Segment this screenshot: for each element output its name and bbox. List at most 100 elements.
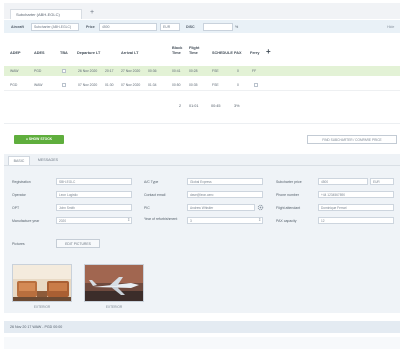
subcharter-form: Registration SBH-EGLC A/C Type Global Ex…	[4, 166, 400, 313]
cell-dep-date: 07 Nov 2020	[78, 83, 98, 87]
price-input[interactable]: 4500	[99, 22, 157, 31]
phone-label: Phone number	[276, 193, 299, 197]
col-tba: TBA	[60, 51, 68, 55]
cell-block-time: 00:50	[172, 83, 181, 87]
registration-label: Registration	[12, 180, 31, 184]
find-subcharter-button[interactable]: FIND SUBCHARTER / COMPARE PRICE	[307, 135, 397, 144]
pic-label: PIC	[144, 206, 150, 210]
pictures-label: Pictures	[12, 242, 25, 246]
cell-arr-date: 27 Nov 2020	[121, 69, 141, 73]
pax-capacity-input[interactable]: 12	[318, 217, 394, 224]
tab-subcharter[interactable]: Subcharter (ABH-EGLC)	[10, 9, 82, 19]
cell-ades: PGD	[34, 69, 42, 73]
cell-flight-time: 00:35	[189, 83, 198, 87]
total-block: 01:01	[189, 104, 199, 108]
col-ferry: Ferry	[250, 51, 260, 55]
cell-pax: 0	[237, 69, 239, 73]
cell-adep: PGD	[10, 83, 18, 87]
cell-arr-date: 07 Nov 2020	[121, 83, 141, 87]
flight-attendant-label: Flight attendant	[276, 206, 301, 210]
pic-input[interactable]: Andrew Whistler	[187, 204, 255, 211]
operator-input[interactable]: Leon Logistic	[56, 191, 132, 198]
col-adep: ADEP	[10, 51, 21, 55]
aircraft-select[interactable]: Subcharter (ABH-EGLC)	[31, 22, 79, 31]
opt-label: OPT	[12, 206, 20, 210]
refurbishment-input[interactable]: 3	[187, 217, 263, 224]
add-tab-button[interactable]: +	[90, 9, 94, 16]
stepper-icon[interactable]: ⇕	[127, 217, 130, 222]
col-departure: Departure LT	[77, 51, 101, 55]
stepper-icon[interactable]: ⇕	[258, 217, 261, 222]
col-arrival: Arrival LT	[121, 51, 139, 55]
currency-select[interactable]: EUR	[160, 22, 180, 31]
picture-caption: EXTERIOR	[105, 305, 123, 309]
cell-schedule: FSE	[212, 83, 219, 87]
registration-input[interactable]: SBH-EGLC	[56, 178, 132, 185]
cell-ferry: FF	[252, 69, 257, 73]
total-legs: 2	[179, 104, 182, 108]
table-row[interactable]: WAW PGD 26 Nov 2020 20:17 27 Nov 2020 00…	[4, 66, 400, 76]
tba-checkbox[interactable]	[62, 69, 66, 73]
price-label: Price	[86, 24, 95, 29]
tab-bar: Subcharter (ABH-EGLC) +	[4, 3, 400, 19]
cell-dep-time: 01:30	[105, 83, 114, 87]
picture-caption: EXTERIOR	[33, 305, 51, 309]
divider	[4, 123, 400, 124]
col-pax: PAX	[234, 51, 242, 55]
actype-input[interactable]: Global Express	[187, 178, 263, 185]
aircraft-label: Aircraft	[11, 24, 24, 29]
manufacture-label: Manufacture year	[12, 219, 40, 223]
total-flight: 00:45	[211, 104, 221, 108]
picture-thumbnail[interactable]	[12, 264, 72, 302]
col-flight-time: Flight Time	[189, 46, 200, 55]
subtabs: BASIC MESSAGES	[4, 154, 400, 166]
cell-dep-time: 20:17	[105, 69, 114, 73]
bottom-bar	[4, 337, 400, 349]
gear-icon[interactable]	[257, 204, 264, 211]
opt-input[interactable]: John Smith	[56, 204, 132, 211]
operator-label: Operator	[12, 193, 26, 197]
cell-arr-time: 00:36	[148, 69, 157, 73]
tab-title: Subcharter (ABH-EGLC)	[16, 12, 60, 17]
legs-table-header: ADEP ADES TBA Departure LT Arrival LT Bl…	[4, 41, 400, 63]
cell-block-time: 00:41	[172, 69, 181, 73]
contact-email-input[interactable]: dave@leon.aero	[187, 191, 263, 198]
tab-messages[interactable]: MESSAGES	[32, 156, 64, 165]
picture-thumbnail[interactable]	[84, 264, 144, 302]
cell-flight-time: 00:28	[189, 69, 198, 73]
total-percent: 3%	[234, 104, 240, 108]
subcharter-currency-select[interactable]: EUR	[370, 178, 394, 185]
tba-checkbox[interactable]	[62, 83, 66, 87]
tab-basic[interactable]: BASIC	[8, 156, 30, 165]
disc-input[interactable]	[203, 22, 233, 31]
subcharter-price-input[interactable]: 4500	[318, 178, 368, 185]
quote-panel: Subcharter (ABH-EGLC) + Aircraft Subchar…	[4, 3, 400, 349]
col-schedule: SCHEDULE	[212, 51, 233, 55]
disc-unit: %	[235, 24, 239, 29]
contact-email-label: Contact email	[144, 193, 166, 197]
manufacture-input[interactable]: 2020	[56, 217, 132, 224]
cell-adep: WAW	[10, 69, 19, 73]
cell-schedule: FSE	[212, 69, 219, 73]
phone-input[interactable]: +44 1234567890	[318, 191, 394, 198]
col-ades: ADES	[34, 51, 45, 55]
cell-arr-time: 01:34	[148, 83, 157, 87]
flight-attendant-input[interactable]: Dominique Ferrari	[318, 204, 394, 211]
table-row[interactable]: PGD WAW 07 Nov 2020 01:30 07 Nov 2020 01…	[4, 80, 400, 91]
subcharter-price-label: Subcharter price	[276, 180, 302, 184]
pax-capacity-label: PAX capacity	[276, 219, 297, 223]
cell-dep-date: 26 Nov 2020	[78, 69, 98, 73]
cell-pax: 0	[237, 83, 239, 87]
ferry-checkbox[interactable]	[254, 83, 258, 87]
add-leg-button[interactable]: +	[266, 48, 271, 56]
edit-pictures-button[interactable]: EDIT PICTURES	[56, 239, 100, 248]
leg-summary-bar: 26 Nov 20 17 WAW - PGD 00:00	[4, 321, 400, 333]
col-block-time: Block Time	[172, 46, 183, 55]
disc-label: DISC	[186, 24, 195, 29]
aircraft-price-row: Aircraft Subcharter (ABH-EGLC) Price 450…	[4, 20, 400, 33]
hide-toggle[interactable]: Hide	[387, 25, 394, 29]
show-stock-button[interactable]: ● SHOW STOCK	[14, 135, 64, 144]
leg-summary-text: 26 Nov 20 17 WAW - PGD 00:00	[10, 324, 63, 329]
cell-ades: WAW	[34, 83, 43, 87]
actype-label: A/C Type	[144, 180, 159, 184]
